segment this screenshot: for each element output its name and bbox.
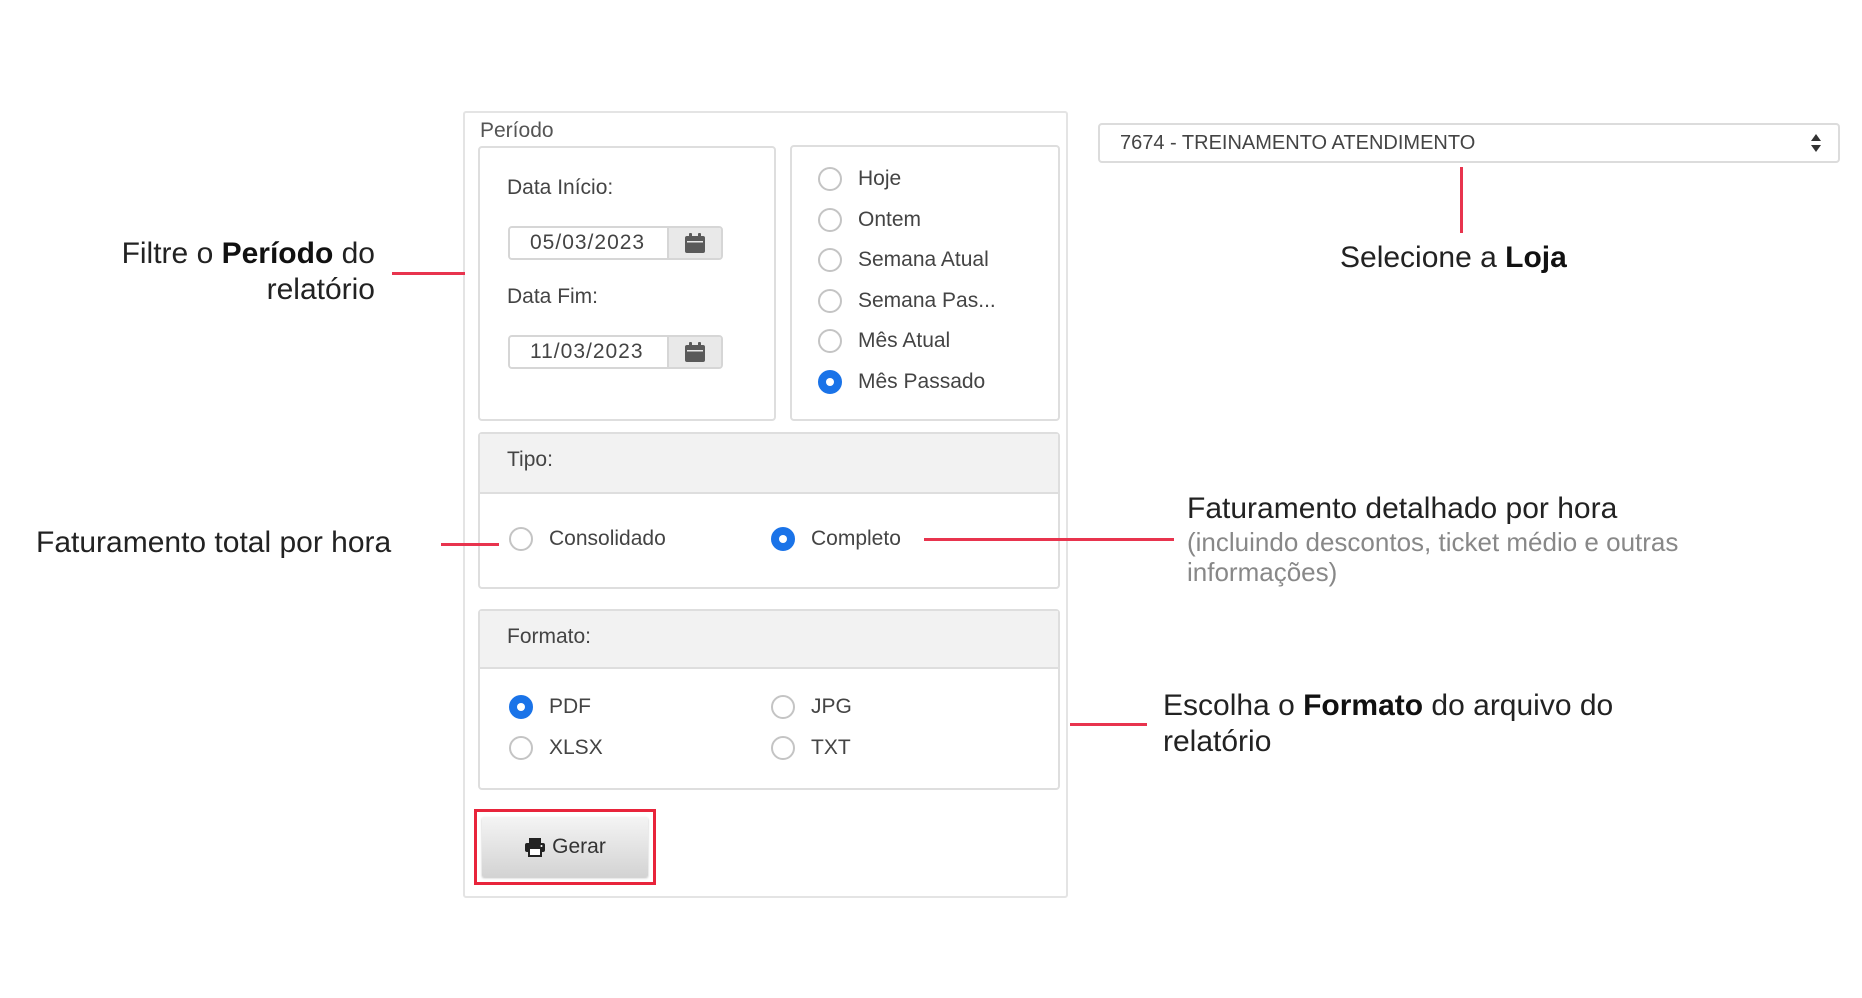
sort-arrows-icon	[1811, 134, 1821, 152]
annotation-consolidado: Faturamento total por hora	[36, 526, 392, 559]
data-fim-calendar-button[interactable]	[667, 337, 721, 367]
radio-mes-atual[interactable]: Mês Atual	[818, 329, 950, 353]
radio-label: TXT	[811, 736, 851, 759]
formato-label: Formato:	[507, 625, 592, 648]
radio-xlsx[interactable]: XLSX	[509, 736, 603, 760]
annotation-line-consolidado	[441, 543, 499, 546]
radio-mes-passado[interactable]: Mês Passado	[818, 370, 985, 394]
annotation-formato: Escolha o Formato do arquivo do relatóri…	[1163, 688, 1613, 760]
annotation-bold: Período	[221, 237, 334, 270]
radio-label: Mês Passado	[858, 370, 986, 393]
radio-button[interactable]	[771, 736, 795, 760]
annotation-completo: Faturamento detalhado por hora (incluind…	[1187, 491, 1678, 587]
annotation-text: relatório	[1163, 725, 1272, 758]
annotation-text: relatório	[266, 273, 375, 306]
gerar-button[interactable]: Gerar	[482, 817, 648, 877]
radio-semana-atual[interactable]: Semana Atual	[818, 248, 989, 272]
radio-txt[interactable]: TXT	[771, 736, 851, 760]
radio-button[interactable]	[818, 208, 842, 232]
data-inicio-input[interactable]	[510, 228, 667, 258]
annotation-bold: Loja	[1505, 241, 1567, 274]
radio-ontem[interactable]: Ontem	[818, 208, 921, 232]
radio-label: Completo	[811, 527, 901, 550]
radio-label: Ontem	[858, 208, 922, 231]
radio-completo[interactable]: Completo	[771, 527, 901, 551]
data-fim-input[interactable]	[510, 337, 667, 367]
annotation-line-periodo	[392, 272, 465, 275]
data-inicio-group	[508, 226, 723, 260]
radio-button[interactable]	[771, 695, 795, 719]
annotation-text: do arquivo do	[1423, 689, 1614, 722]
data-fim-label: Data Fim:	[507, 285, 599, 308]
annotation-bold: Formato	[1303, 689, 1424, 722]
radio-label: Semana Pas...	[858, 289, 996, 312]
radio-button[interactable]	[818, 289, 842, 313]
radio-label: PDF	[549, 695, 591, 718]
radio-button[interactable]	[818, 370, 842, 394]
data-inicio-label: Data Início:	[507, 176, 614, 199]
radio-button[interactable]	[818, 248, 842, 272]
annotation-text: Escolha o	[1163, 689, 1304, 722]
radio-button[interactable]	[509, 527, 533, 551]
annotation-text: do	[333, 237, 375, 270]
periodo-legend: Período	[480, 119, 554, 142]
radio-label: Hoje	[858, 167, 902, 190]
annotation-line-formato	[1070, 723, 1147, 726]
annotation-periodo: Filtre o Período do relatório	[122, 236, 375, 308]
radio-button[interactable]	[509, 736, 533, 760]
radio-button[interactable]	[818, 167, 842, 191]
data-inicio-calendar-button[interactable]	[667, 228, 721, 258]
gerar-button-label: Gerar	[552, 835, 606, 858]
radio-label: Semana Atual	[858, 248, 989, 271]
annotation-line-completo	[924, 538, 1174, 541]
radio-semana-passada[interactable]: Semana Pas...	[818, 289, 996, 313]
annotation-line-loja	[1460, 167, 1463, 233]
radio-label: Mês Atual	[858, 329, 951, 352]
radio-button[interactable]	[509, 695, 533, 719]
data-fim-group	[508, 335, 723, 369]
radio-hoje[interactable]: Hoje	[818, 167, 901, 191]
radio-jpg[interactable]: JPG	[771, 695, 852, 719]
annotation-text: Faturamento detalhado por hora	[1187, 492, 1618, 525]
annotation-loja: Selecione a Loja	[1340, 240, 1567, 276]
radio-button[interactable]	[771, 527, 795, 551]
annotation-subtext: (incluindo descontos, ticket médio e out…	[1187, 527, 1679, 557]
radio-button[interactable]	[818, 329, 842, 353]
printer-icon	[525, 838, 546, 857]
radio-label: Consolidado	[549, 527, 666, 550]
gerar-button-highlight: Gerar	[474, 809, 656, 885]
radio-pdf[interactable]: PDF	[509, 695, 591, 719]
loja-select[interactable]: 7674 - TREINAMENTO ATENDIMENTO	[1098, 123, 1840, 163]
annotation-subtext: informações)	[1187, 557, 1338, 587]
annotation-text: Filtre o	[121, 237, 222, 270]
radio-label: JPG	[811, 695, 852, 718]
radio-consolidado[interactable]: Consolidado	[509, 527, 666, 551]
calendar-icon	[685, 342, 705, 362]
tipo-box	[478, 432, 1060, 589]
tipo-label: Tipo:	[507, 448, 553, 471]
radio-label: XLSX	[549, 736, 603, 759]
loja-select-value: 7674 - TREINAMENTO ATENDIMENTO	[1120, 131, 1476, 154]
tipo-header	[480, 434, 1058, 494]
calendar-icon	[685, 233, 705, 253]
annotation-text: Selecione a	[1340, 241, 1506, 274]
